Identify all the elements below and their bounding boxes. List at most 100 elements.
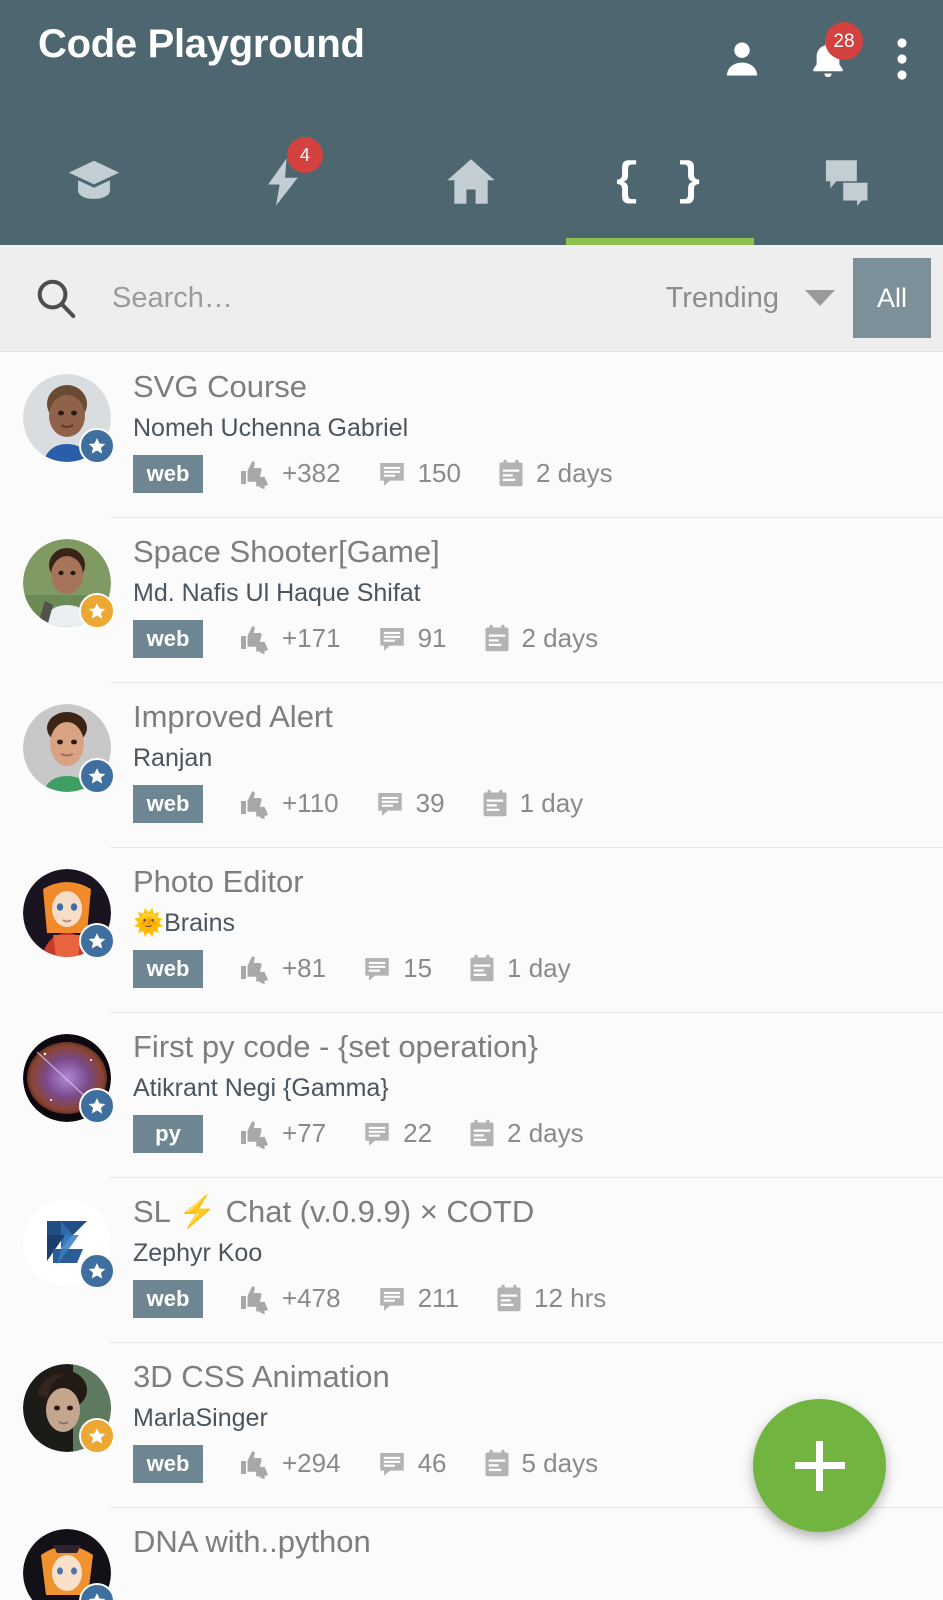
search-icon-button[interactable]	[0, 275, 112, 321]
avatar[interactable]	[23, 704, 115, 794]
votes-stat: +171	[237, 623, 341, 654]
comments-stat: 46	[377, 1448, 447, 1479]
comments-stat: 91	[377, 623, 447, 654]
votes-value: +294	[282, 1448, 341, 1479]
avatar[interactable]	[23, 374, 115, 464]
list-item-author: Md. Nafis Ul Haque Shifat	[133, 578, 421, 607]
list-item-body: Space Shooter[Game] Md. Nafis Ul Haque S…	[111, 517, 943, 658]
votes-stat: +294	[237, 1448, 341, 1479]
verified-star-badge	[79, 593, 115, 629]
notification-badge: 28	[825, 22, 863, 60]
list-item-title: First py code - {set operation}	[133, 1029, 538, 1064]
search-input[interactable]	[112, 281, 666, 315]
language-tag: web	[133, 784, 203, 823]
tab-code[interactable]: { }	[566, 118, 755, 245]
filter-all-button[interactable]: All	[853, 258, 931, 338]
list-item-title: Photo Editor	[133, 864, 304, 899]
language-tag: web	[133, 1444, 203, 1483]
comments-value: 46	[417, 1448, 447, 1479]
tab-bar: 4 { }	[0, 118, 943, 245]
plus-icon-vertical	[816, 1440, 823, 1491]
sort-dropdown[interactable]: Trending	[666, 282, 835, 315]
page-title: Code Playground	[38, 22, 365, 66]
votes-value: +77	[282, 1118, 327, 1149]
list-item[interactable]: Improved Alert Ranjan web +110 39 1 day	[0, 682, 943, 847]
verified-star-badge	[79, 758, 115, 794]
list-item-author: Zephyr Koo	[133, 1238, 263, 1267]
comments-stat: 150	[377, 458, 461, 489]
time-stat: 2 days	[483, 623, 599, 654]
time-value: 1 day	[519, 788, 584, 819]
votes-value: +81	[282, 953, 327, 984]
avatar[interactable]	[23, 869, 115, 959]
search-icon	[33, 275, 79, 321]
chat-bubbles-icon	[819, 155, 879, 209]
list-item-title: Space Shooter[Game]	[133, 534, 440, 569]
list-item-meta: web +382 150 2 days	[133, 454, 943, 493]
time-value: 1 day	[507, 953, 571, 984]
person-icon	[720, 37, 764, 81]
verified-star-badge	[79, 923, 115, 959]
app-bar-actions: 28	[699, 0, 933, 118]
list-item[interactable]: Photo Editor 🌞Brains web +81 15 1 day	[0, 847, 943, 1012]
votes-value: +171	[282, 623, 341, 654]
avatar[interactable]	[23, 1199, 115, 1289]
comments-value: 39	[415, 788, 445, 819]
avatar[interactable]	[23, 1364, 115, 1454]
tab-badge-challenges: 4	[286, 136, 323, 173]
list-item-meta: web +171 91 2 days	[133, 619, 943, 658]
kebab-menu-icon	[896, 35, 908, 83]
project-list[interactable]: SVG Course Nomeh Uchenna Gabriel web +38…	[0, 352, 943, 1600]
time-value: 12 hrs	[534, 1283, 607, 1314]
list-item-title: Improved Alert	[133, 699, 333, 734]
list-item-meta: py +77 22 2 days	[133, 1114, 943, 1153]
chevron-down-icon	[805, 290, 835, 306]
notifications-button[interactable]: 28	[785, 16, 871, 102]
tab-home[interactable]	[377, 118, 566, 245]
list-item[interactable]: SL ⚡ Chat (v.0.9.9) × COTD Zephyr Koo we…	[0, 1177, 943, 1342]
language-tag: web	[133, 1279, 203, 1318]
graduation-cap-icon	[65, 153, 123, 211]
list-item-meta: web +110 39 1 day	[133, 784, 943, 823]
language-tag: py	[133, 1114, 203, 1153]
language-tag: web	[133, 949, 203, 988]
list-item[interactable]: Space Shooter[Game] Md. Nafis Ul Haque S…	[0, 517, 943, 682]
votes-stat: +110	[237, 788, 339, 819]
sort-dropdown-label: Trending	[665, 281, 779, 314]
create-new-button[interactable]	[753, 1399, 886, 1532]
avatar[interactable]	[23, 539, 115, 629]
comments-stat: 15	[362, 953, 432, 984]
active-tab-indicator	[566, 238, 755, 245]
language-tag: web	[133, 454, 203, 493]
list-item[interactable]: SVG Course Nomeh Uchenna Gabriel web +38…	[0, 352, 943, 517]
time-stat: 2 days	[497, 458, 613, 489]
verified-star-badge	[79, 428, 115, 464]
comments-stat: 211	[377, 1283, 459, 1314]
time-stat: 1 day	[481, 788, 584, 819]
time-value: 2 days	[521, 623, 599, 654]
votes-value: +478	[282, 1283, 341, 1314]
profile-button[interactable]	[699, 16, 785, 102]
list-item-body: SVG Course Nomeh Uchenna Gabriel web +38…	[111, 352, 943, 493]
time-stat: 12 hrs	[495, 1283, 606, 1314]
avatar[interactable]	[23, 1034, 115, 1124]
time-value: 5 days	[521, 1448, 599, 1479]
votes-stat: +81	[237, 953, 326, 984]
tab-chat[interactable]	[754, 118, 943, 245]
list-item-body: Improved Alert Ranjan web +110 39 1 day	[111, 682, 943, 823]
list-item-author: Ranjan	[133, 743, 213, 772]
list-item[interactable]: First py code - {set operation} Atikrant…	[0, 1012, 943, 1177]
verified-star-badge	[79, 1418, 115, 1454]
tab-challenges[interactable]: 4	[189, 118, 378, 245]
tab-courses[interactable]	[0, 118, 189, 245]
verified-star-badge	[79, 1253, 115, 1289]
comments-stat: 22	[362, 1118, 432, 1149]
home-icon	[442, 153, 500, 211]
comments-value: 22	[403, 1118, 433, 1149]
overflow-menu-button[interactable]	[871, 16, 933, 102]
time-value: 2 days	[507, 1118, 584, 1149]
avatar[interactable]	[23, 1529, 115, 1600]
time-stat: 1 day	[468, 953, 571, 984]
comments-value: 211	[417, 1283, 460, 1314]
list-item-title: SVG Course	[133, 369, 308, 404]
